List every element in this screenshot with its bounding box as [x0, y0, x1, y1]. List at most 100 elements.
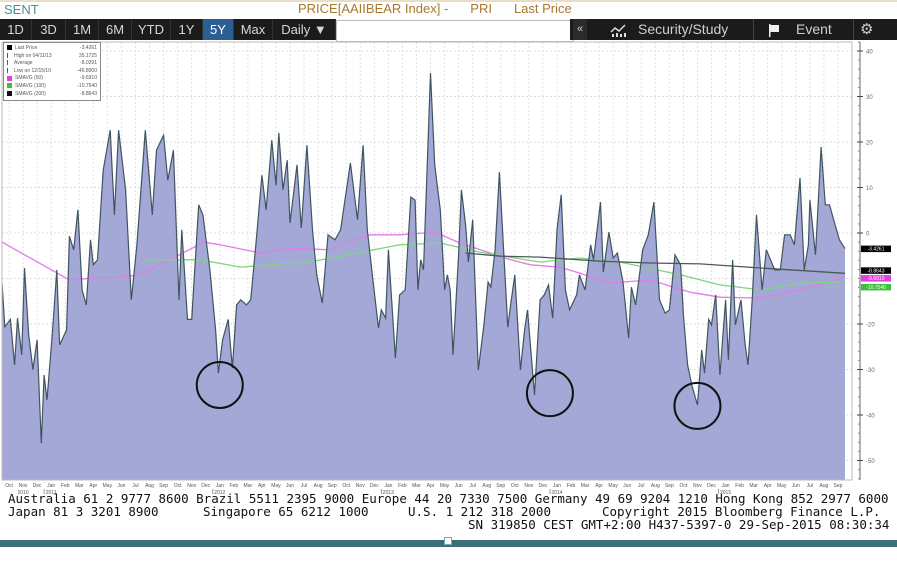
x-month-label: Oct [5, 483, 13, 489]
legend-label: SMAVG (100) [15, 83, 46, 89]
footer-japan: Japan 81 3 3201 8900 [8, 504, 159, 519]
x-month-label: Jun [455, 483, 463, 489]
title-field: PRI [470, 1, 492, 16]
y-axis-value-tag-label: -10.7540 [866, 285, 886, 291]
x-month-label: Feb [61, 483, 70, 489]
legend-item: Last Price -3.4261 [7, 45, 99, 52]
y-axis-value-tag-label: -3.4261 [868, 247, 885, 253]
range-3d-button[interactable]: 3D [32, 19, 66, 40]
x-month-label: Oct [680, 483, 688, 489]
x-month-label: Dec [201, 483, 210, 489]
title-type: Last Price [513, 1, 572, 16]
x-month-label: May [271, 483, 281, 489]
y-tick-label: -30 [866, 368, 875, 374]
x-month-label: Mar [412, 483, 421, 489]
legend-label: Low on 12/15/10 [14, 67, 51, 74]
x-month-label: Sep [833, 483, 842, 489]
security-study-label: Security/Study [638, 21, 729, 37]
legend-swatch-icon [7, 67, 11, 73]
legend-value: -10.7540 [77, 83, 97, 89]
x-month-label: Oct [342, 483, 350, 489]
x-month-label: Oct [511, 483, 519, 489]
legend-label: SMAVG (200) [15, 90, 46, 97]
legend-value: -9.6910 [80, 75, 97, 82]
y-axis-value-tag-label: -9.6910 [868, 276, 885, 282]
ticker-label: SENT [4, 2, 39, 17]
x-month-label: Jan [722, 483, 730, 489]
x-month-label: Sep [159, 483, 168, 489]
x-month-label: May [608, 483, 618, 489]
x-month-label: May [440, 483, 450, 489]
legend-item: SMAVG (200) -8.8643 [7, 91, 99, 98]
x-month-label: Mar [75, 483, 84, 489]
x-month-label: Jul [807, 483, 813, 489]
legend-value: -8.0291 [80, 60, 97, 67]
x-month-label: Jun [792, 483, 800, 489]
frequency-dropdown[interactable]: Daily ▼ [273, 19, 336, 40]
x-month-label: Aug [145, 483, 154, 489]
x-month-label: Nov [693, 483, 702, 489]
right-toolbar: « Security/Study Event ⚙ [570, 19, 897, 40]
x-month-label: Jan [47, 483, 55, 489]
legend-item: Average -8.0291 [7, 60, 99, 67]
x-month-label: Apr [89, 483, 97, 489]
y-tick-label: 0 [866, 232, 870, 238]
legend-item: Low on 12/15/10 -46.8000 [7, 68, 99, 75]
x-month-label: Feb [230, 483, 239, 489]
range-1m-button[interactable]: 1M [66, 19, 99, 40]
chart-legend: Last Price -3.4261 High on 04/11/13 35.1725… [3, 42, 101, 101]
legend-item: SMAVG (100) -10.7540 [7, 83, 99, 90]
x-month-label: May [777, 483, 787, 489]
range-1d-button[interactable]: 1D [0, 19, 32, 40]
frequency-value: Daily [281, 22, 311, 37]
price-chart: 40 30 20 10 0 -20 -30 -40 -50 -3.4261 -8.8643 -9.69… [1, 41, 891, 495]
chevron-down-icon: ▼ [313, 22, 327, 37]
gear-icon[interactable]: ⚙ [860, 19, 873, 40]
y-tick-label: -40 [866, 414, 875, 420]
security-study-button[interactable]: Security/Study [610, 19, 728, 40]
x-month-label: Feb [398, 483, 407, 489]
legend-swatch-icon [7, 52, 11, 58]
collapse-button[interactable]: « [573, 19, 587, 40]
y-tick-label: 20 [866, 141, 873, 147]
security-input[interactable] [336, 20, 574, 42]
legend-label: SMAVG (50) [15, 75, 43, 82]
y-tick-label: 10 [866, 186, 873, 192]
x-month-label: Apr [427, 483, 435, 489]
range-max-button[interactable]: Max [234, 19, 273, 40]
legend-item: SMAVG (50) -9.6910 [7, 75, 99, 82]
range-6m-button[interactable]: 6M [99, 19, 132, 40]
event-button[interactable]: Event [768, 19, 832, 40]
x-month-label: Jan [384, 483, 392, 489]
y-tick-label: -50 [866, 459, 875, 465]
resize-handle[interactable] [444, 537, 452, 545]
x-month-label: Aug [651, 483, 660, 489]
legend-swatch-icon [7, 60, 11, 66]
event-label: Event [796, 21, 832, 37]
x-month-label: Feb [567, 483, 576, 489]
x-month-label: Jul [638, 483, 644, 489]
range-1y-button[interactable]: 1Y [171, 19, 203, 40]
x-month-label: Mar [581, 483, 590, 489]
legend-value: -8.8643 [80, 90, 97, 97]
x-month-label: Jan [553, 483, 561, 489]
y-tick-label: 40 [866, 50, 873, 56]
chart-title: PRICE[AAIIBEAR Index] - PRI Last Price [298, 1, 594, 16]
legend-swatch-icon [7, 83, 12, 89]
x-month-label: Apr [258, 483, 266, 489]
range-ytd-button[interactable]: YTD [132, 19, 171, 40]
range-5y-button[interactable]: 5Y [203, 19, 234, 40]
legend-label: Last Price [15, 45, 38, 51]
x-month-label: Apr [764, 483, 772, 489]
legend-value: -3.4261 [80, 45, 97, 51]
x-month-label: Nov [524, 483, 533, 489]
y-tick-label: 30 [866, 95, 873, 101]
y-axis-value-tag-label: -8.8643 [868, 268, 885, 274]
title-security: PRICE[AAIIBEAR Index] - [298, 1, 449, 16]
legend-value: 35.1725 [78, 52, 97, 59]
x-month-label: Aug [482, 483, 491, 489]
x-month-label: Nov [19, 483, 28, 489]
legend-label: High on 04/11/13 [14, 52, 52, 59]
x-month-label: Dec [538, 483, 547, 489]
x-month-label: Nov [187, 483, 196, 489]
